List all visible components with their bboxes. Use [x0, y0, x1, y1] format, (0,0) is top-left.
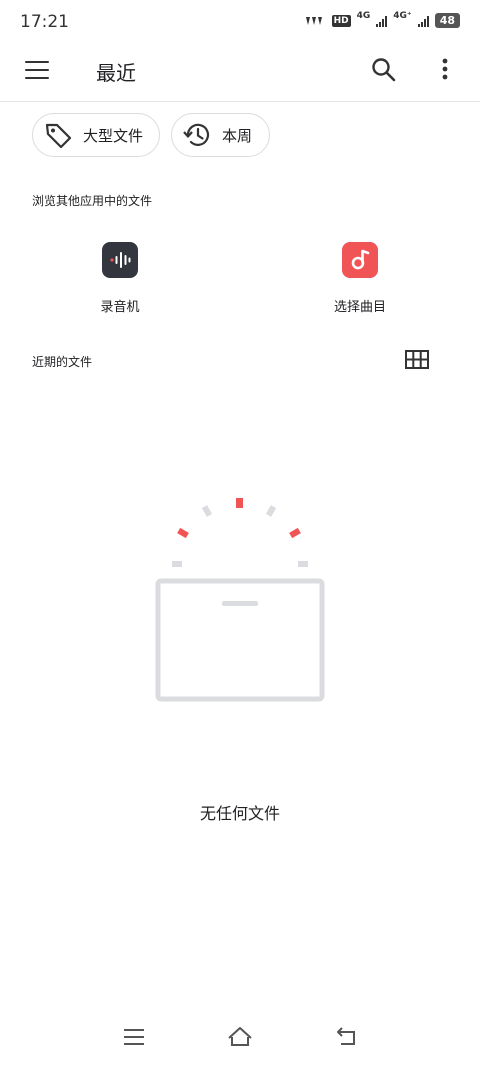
hd-badge: HD — [331, 14, 351, 27]
shortcut-label: 录音机 — [100, 300, 140, 315]
tag-icon — [45, 123, 72, 149]
network-type-2: 4G⁺ — [393, 10, 412, 21]
grid-view-icon[interactable] — [405, 350, 429, 370]
back-icon[interactable] — [333, 1025, 361, 1049]
vowifi-icon — [305, 16, 322, 25]
chip-label: 本周 — [222, 126, 253, 145]
chip-large-files[interactable]: 大型文件 — [32, 113, 160, 157]
app-shortcut-recorder[interactable]: 录音机 — [60, 242, 180, 315]
status-time: 17:21 — [20, 12, 69, 32]
status-icons: HD 4G 4G⁺ 48 — [304, 10, 460, 28]
history-icon — [183, 123, 210, 146]
empty-state-text: 无任何文件 — [199, 804, 280, 823]
music-icon — [342, 242, 378, 278]
menu-icon[interactable] — [25, 61, 49, 81]
signal-icon — [376, 15, 388, 27]
app-shortcut-music[interactable]: 选择曲目 — [300, 242, 420, 315]
search-icon[interactable] — [370, 56, 398, 84]
empty-folder-illustration — [155, 498, 325, 702]
system-nav-bar — [0, 1007, 480, 1067]
status-bar: 17:21 HD 4G 4G⁺ 48 — [0, 0, 480, 44]
signal-icon — [417, 15, 429, 27]
chip-label: 大型文件 — [83, 126, 144, 145]
recent-section-label: 近期的文件 — [32, 355, 93, 369]
home-icon[interactable] — [226, 1025, 254, 1049]
browse-section-label: 浏览其他应用中的文件 — [32, 194, 153, 208]
network-type-1: 4G — [356, 10, 371, 21]
battery-indicator: 48 — [434, 13, 460, 28]
recorder-icon — [102, 242, 138, 278]
more-vert-icon[interactable] — [437, 56, 453, 84]
app-bar: 最近 — [0, 44, 480, 102]
shortcut-label: 选择曲目 — [333, 300, 386, 315]
recent-apps-icon[interactable] — [120, 1025, 148, 1049]
chip-this-week[interactable]: 本周 — [171, 113, 270, 157]
page-title: 最近 — [96, 61, 136, 85]
